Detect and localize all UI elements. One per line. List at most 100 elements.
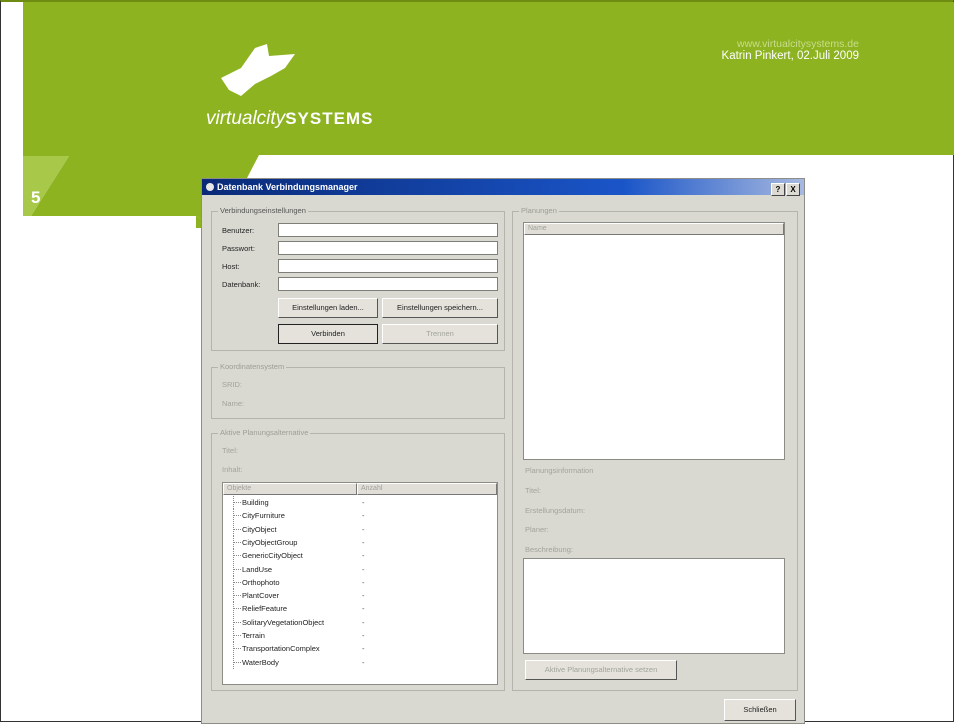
object-count: - — [362, 537, 365, 547]
logo-wordmark: virtualcitySYSTEMS — [206, 108, 373, 130]
list-item[interactable]: ReliefFeature - — [223, 602, 495, 616]
object-name: WaterBody — [242, 657, 279, 667]
close-window-button[interactable]: X — [786, 183, 800, 196]
tree-branch — [233, 655, 242, 669]
password-input[interactable] — [278, 241, 498, 255]
object-name: CityFurniture — [242, 511, 285, 521]
tree-branch — [233, 549, 242, 563]
list-item[interactable]: CityObjectGroup - — [223, 535, 495, 549]
connection-settings-title: Verbindungseinstellungen — [218, 206, 308, 215]
object-count: - — [362, 524, 365, 534]
count-column-header[interactable]: Anzahl — [357, 483, 497, 495]
object-count: - — [362, 551, 365, 561]
host-input[interactable] — [278, 259, 498, 273]
list-item[interactable]: SolitaryVegetationObject - — [223, 615, 495, 629]
tree-branch — [233, 589, 242, 603]
object-count: - — [362, 591, 365, 601]
connection-settings-group: Verbindungseinstellungen Benutzer: Passw… — [211, 206, 505, 351]
header-url: www.virtualcitysystems.de — [737, 38, 859, 50]
dialog-titlebar[interactable]: Datenbank Verbindungsmanager ? X — [202, 179, 804, 196]
tree-branch — [233, 629, 242, 642]
load-settings-button[interactable]: Einstellungen laden... — [278, 298, 378, 318]
coordinate-system-title: Koordinatensystem — [218, 362, 287, 371]
list-item[interactable]: GenericCityObject - — [223, 549, 495, 563]
set-active-planning-button[interactable]: Aktive Planungsalternative setzen — [525, 660, 677, 680]
list-item[interactable]: Terrain - — [223, 629, 495, 642]
tree-branch — [233, 575, 242, 589]
tree-branch — [233, 562, 242, 576]
object-name: Building — [242, 498, 269, 507]
object-count: - — [362, 644, 365, 654]
name-label: Name: — [222, 399, 245, 408]
planning-info-label: Planungsinformation — [525, 466, 594, 475]
object-name: LandUse — [242, 564, 273, 574]
disconnect-button[interactable]: Trennen — [382, 324, 498, 344]
plannings-title: Planungen — [519, 206, 559, 215]
object-name: Terrain — [242, 631, 265, 640]
tree-branch — [233, 642, 242, 656]
object-count: - — [362, 604, 365, 614]
logo-caps-text: SYSTEMS — [285, 109, 374, 128]
active-planning-group: Aktive Planungsalternative Titel: Inhalt… — [211, 428, 505, 691]
object-name: CityObjectGroup — [242, 537, 298, 547]
connection-manager-dialog: Datenbank Verbindungsmanager ? X Verbindu… — [201, 178, 805, 724]
object-name: TransportationComplex — [242, 644, 320, 654]
tree-branch — [233, 615, 242, 629]
tree-branch — [233, 535, 242, 549]
object-name: CityObject — [242, 524, 277, 534]
srid-label: SRID: — [222, 380, 243, 389]
object-name: Orthophoto — [242, 577, 280, 587]
object-count: - — [362, 657, 365, 667]
description-box[interactable] — [523, 558, 785, 654]
plannings-name-column-header[interactable]: Name — [524, 223, 784, 235]
active-planning-title: Aktive Planungsalternative — [218, 428, 311, 437]
object-name: PlantCover — [242, 591, 280, 601]
planning-title-label: Titel: — [222, 446, 238, 455]
object-count: - — [362, 631, 365, 640]
list-item[interactable]: TransportationComplex - — [223, 642, 495, 656]
plannings-group: Planungen Name Planungsinformation Titel… — [512, 206, 798, 691]
password-label: Passwort: — [222, 244, 255, 253]
header-author-date: Katrin Pinkert, 02.Juli 2009 — [721, 50, 859, 62]
app-icon — [206, 183, 214, 191]
dialog-title: Datenbank Verbindungsmanager — [217, 182, 358, 192]
list-item[interactable]: LandUse - — [223, 562, 495, 576]
object-count: - — [362, 511, 365, 521]
save-settings-button[interactable]: Einstellungen speichern... — [382, 298, 498, 318]
planning-description-label: Beschreibung: — [525, 545, 573, 554]
objects-column-header[interactable]: Objekte — [223, 483, 357, 495]
objects-list[interactable]: Objekte Anzahl Building - CityFurniture - Ci… — [222, 482, 498, 685]
planning-created-label: Erstellungsdatum: — [525, 506, 586, 515]
slide-number: 5 — [31, 188, 41, 207]
list-item[interactable]: WaterBody - — [223, 655, 495, 669]
object-name: ReliefFeature — [242, 604, 288, 614]
help-button[interactable]: ? — [771, 183, 785, 196]
list-item[interactable]: CityObject - — [223, 522, 495, 536]
list-item[interactable]: Orthophoto - — [223, 575, 495, 589]
presentation-slide: virtualcitySYSTEMS www.virtualcitysystem… — [0, 0, 954, 724]
plannings-list[interactable]: Name — [523, 222, 785, 460]
tree-branch — [233, 496, 242, 509]
host-label: Host: — [222, 262, 240, 271]
object-name: SolitaryVegetationObject — [242, 617, 325, 627]
object-count: - — [362, 617, 365, 627]
coordinate-system-group: Koordinatensystem SRID: Name: — [211, 362, 505, 419]
user-label: Benutzer: — [222, 226, 255, 235]
logo-icon — [221, 44, 295, 96]
object-count: - — [362, 564, 365, 574]
planning-planner-label: Planer: — [525, 525, 549, 534]
database-label: Datenbank: — [222, 280, 261, 289]
planning-content-label: Inhalt: — [222, 465, 243, 474]
user-input[interactable] — [278, 223, 498, 237]
connect-button[interactable]: Verbinden — [278, 324, 378, 344]
list-item[interactable]: CityFurniture - — [223, 509, 495, 523]
tree-branch — [233, 509, 242, 523]
planning-info-title-label: Titel: — [525, 486, 541, 495]
list-item[interactable]: PlantCover - — [223, 589, 495, 603]
tree-branch — [233, 602, 242, 616]
object-count: - — [362, 577, 365, 587]
close-button[interactable]: Schließen — [724, 699, 796, 721]
tree-branch — [233, 522, 242, 536]
list-item[interactable]: Building - — [223, 496, 495, 509]
database-input[interactable] — [278, 277, 498, 291]
